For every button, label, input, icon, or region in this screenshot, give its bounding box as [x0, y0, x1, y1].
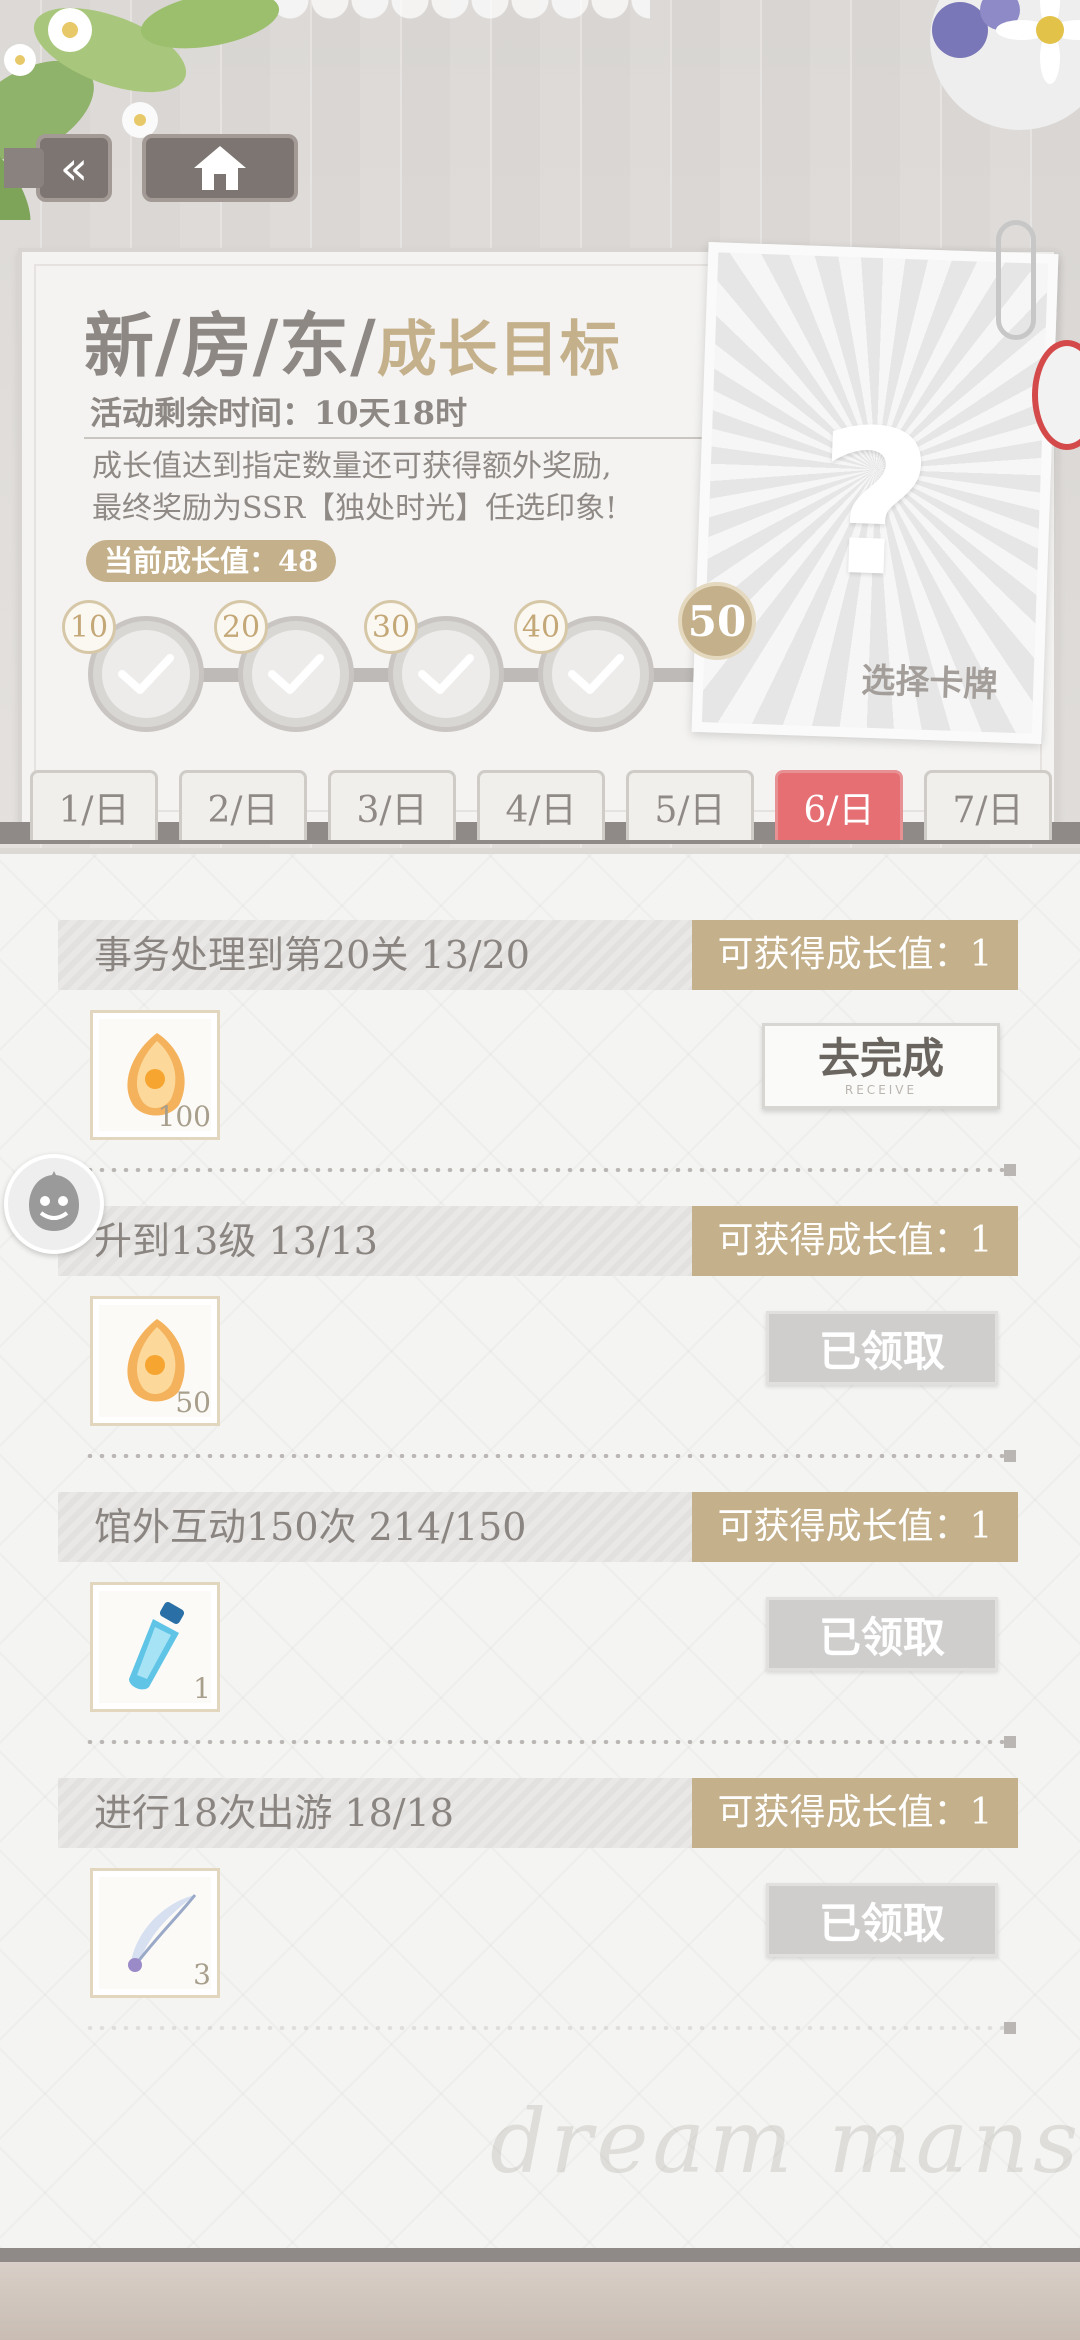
- item-count: 1: [193, 1672, 211, 1705]
- description-line-2: 最终奖励为SSR【独处时光】任选印象!: [92, 491, 618, 526]
- dotted-divider: [84, 1740, 1004, 1744]
- claimed-button[interactable]: 已领取: [766, 1883, 998, 1957]
- question-mark-icon: ?: [812, 386, 937, 623]
- ghost-mascot-icon: [29, 1171, 79, 1231]
- reward-item-slot[interactable]: 50: [90, 1296, 220, 1426]
- quest-item: 馆外互动150次 214/150 可获得成长值：1 1 已领取: [0, 1492, 1080, 1778]
- back-button[interactable]: «: [4, 134, 112, 202]
- tab-day-7[interactable]: 7/日: [924, 770, 1052, 840]
- divider-end-mark: [1004, 1164, 1016, 1176]
- dotted-divider: [84, 2026, 1004, 2030]
- event-title: 新/房/东/成长目标: [84, 290, 621, 391]
- reward-item-slot[interactable]: 3: [90, 1868, 220, 1998]
- paperclip-decoration: [996, 220, 1036, 340]
- potion-bottle-icon: [129, 1602, 185, 1690]
- quest-reward-label: 可获得成长值：1: [692, 1206, 1018, 1276]
- item-count: 100: [157, 1100, 211, 1133]
- quest-header: 进行18次出游 18/18 可获得成长值：1: [58, 1778, 1018, 1848]
- milestone-number-30: 30: [364, 600, 418, 654]
- tab-day-3[interactable]: 3/日: [328, 770, 456, 840]
- quest-item: 事务处理到第20关 13/20 可获得成长值：1 100 去完成 RECEIVE: [0, 920, 1080, 1206]
- quest-header: 事务处理到第20关 13/20 可获得成长值：1: [58, 920, 1018, 990]
- assistant-float-button[interactable]: [4, 1154, 104, 1254]
- quest-reward-label: 可获得成长值：1: [692, 920, 1018, 990]
- feather-icon: [128, 1894, 197, 1972]
- tab-day-5[interactable]: 5/日: [626, 770, 754, 840]
- claimed-button[interactable]: 已领取: [766, 1311, 998, 1385]
- home-icon: [194, 146, 246, 190]
- bottom-decoration: [0, 2262, 1080, 2340]
- tab-day-1[interactable]: 1/日: [30, 770, 158, 840]
- claimed-button[interactable]: 已领取: [766, 1597, 998, 1671]
- dotted-divider: [84, 1168, 1004, 1172]
- description-line-1: 成长值达到指定数量还可获得额外奖励,: [92, 449, 612, 484]
- item-count: 50: [175, 1386, 211, 1419]
- tab-day-4[interactable]: 4/日: [477, 770, 605, 840]
- chevrons-left-icon: «: [59, 141, 89, 195]
- go-complete-label: 去完成: [817, 1034, 944, 1083]
- quest-header: 馆外互动150次 214/150 可获得成长值：1: [58, 1492, 1018, 1562]
- divider-end-mark: [1004, 1736, 1016, 1748]
- item-count: 3: [193, 1958, 211, 1991]
- tab-day-2[interactable]: 2/日: [179, 770, 307, 840]
- event-title-sub: 成长目标: [376, 315, 621, 385]
- event-title-main: 新/房/东/: [84, 304, 377, 387]
- milestone-number-50: 50: [678, 582, 756, 660]
- quest-item: 进行18次出游 18/18 可获得成长值：1 3 已领取: [0, 1778, 1080, 2064]
- quest-title: 升到13级 13/13: [94, 1219, 378, 1263]
- tab-day-6[interactable]: 6/日: [775, 770, 903, 840]
- brand-watermark: dream mansion: [490, 2090, 1080, 2193]
- reward-item-slot[interactable]: 100: [90, 1010, 220, 1140]
- checkmark-icon: [268, 654, 324, 694]
- quest-title: 事务处理到第20关 13/20: [94, 933, 530, 977]
- checkmark-icon: [418, 654, 474, 694]
- go-complete-sublabel: RECEIVE: [844, 1083, 918, 1097]
- quest-reward-label: 可获得成长值：1: [692, 1778, 1018, 1848]
- milestone-number-40: 40: [514, 600, 568, 654]
- divider-end-mark: [1004, 1450, 1016, 1462]
- flower-decoration-right: [930, 0, 1080, 130]
- home-button[interactable]: [142, 134, 298, 202]
- remaining-time: 活动剩余时间：10天18时: [90, 394, 468, 432]
- milestone-number-10: 10: [62, 600, 116, 654]
- select-card-label: 选择卡牌: [860, 660, 999, 706]
- divider-end-mark: [1004, 2022, 1016, 2034]
- dotted-divider: [84, 1454, 1004, 1458]
- checkmark-icon: [568, 654, 624, 694]
- quest-header: 升到13级 13/13 可获得成长值：1: [58, 1206, 1018, 1276]
- current-growth-badge: 当前成长值：48: [86, 540, 337, 582]
- bottom-rail: [0, 2248, 1080, 2262]
- title-divider: [84, 437, 714, 439]
- reward-item-slot[interactable]: 1: [90, 1582, 220, 1712]
- quest-reward-label: 可获得成长值：1: [692, 1492, 1018, 1562]
- checkmark-icon: [118, 654, 174, 694]
- go-complete-button[interactable]: 去完成 RECEIVE: [762, 1023, 1000, 1109]
- quest-title: 馆外互动150次 214/150: [94, 1505, 527, 1549]
- quest-title: 进行18次出游 18/18: [94, 1791, 454, 1835]
- quest-item: 升到13级 13/13 可获得成长值：1 50 已领取: [0, 1206, 1080, 1492]
- milestone-number-20: 20: [214, 600, 268, 654]
- event-description: 成长值达到指定数量还可获得额外奖励, 最终奖励为SSR【独处时光】任选印象!: [92, 446, 732, 530]
